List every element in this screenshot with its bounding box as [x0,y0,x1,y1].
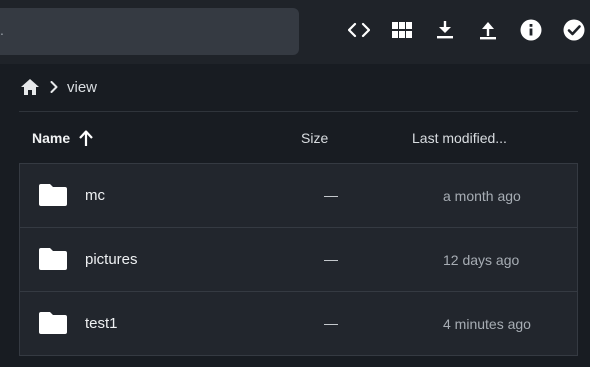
file-size: — [324,251,338,267]
column-size-header[interactable]: Size [301,130,328,146]
folder-icon [39,312,67,339]
download-icon[interactable] [432,17,458,43]
search-input[interactable]: . [0,8,299,55]
info-icon[interactable] [518,17,544,43]
file-name: pictures [85,251,138,268]
file-modified: 4 minutes ago [443,316,531,332]
column-name-label: Name [32,130,71,146]
arrow-up-icon [79,130,93,146]
folder-icon [39,248,67,275]
column-modified-header[interactable]: Last modified... [412,130,507,146]
file-name: mc [85,187,105,204]
list-header: Name Size Last modified... [19,120,578,156]
folder-icon [39,184,67,211]
home-icon[interactable] [20,78,40,96]
top-bar: . [0,0,590,64]
column-name-header[interactable]: Name [32,129,94,147]
file-modified: a month ago [443,188,521,204]
breadcrumb-current[interactable]: view [67,79,97,96]
code-icon[interactable] [346,17,372,43]
select-check-icon[interactable] [561,17,587,43]
file-name: test1 [85,315,118,332]
list-item[interactable]: pictures — 12 days ago [19,227,578,291]
file-modified: 12 days ago [443,252,520,268]
chevron-right-icon [50,81,58,93]
search-input-text: . [0,22,4,38]
upload-icon[interactable] [475,17,501,43]
grid-view-icon[interactable] [389,17,415,43]
file-size: — [324,315,338,331]
file-list: mc — a month ago pictures — 12 days ago … [19,163,578,356]
breadcrumb: view [20,74,97,100]
file-size: — [324,187,338,203]
list-item[interactable]: mc — a month ago [19,163,578,227]
divider [19,111,578,112]
list-item[interactable]: test1 — 4 minutes ago [19,291,578,356]
